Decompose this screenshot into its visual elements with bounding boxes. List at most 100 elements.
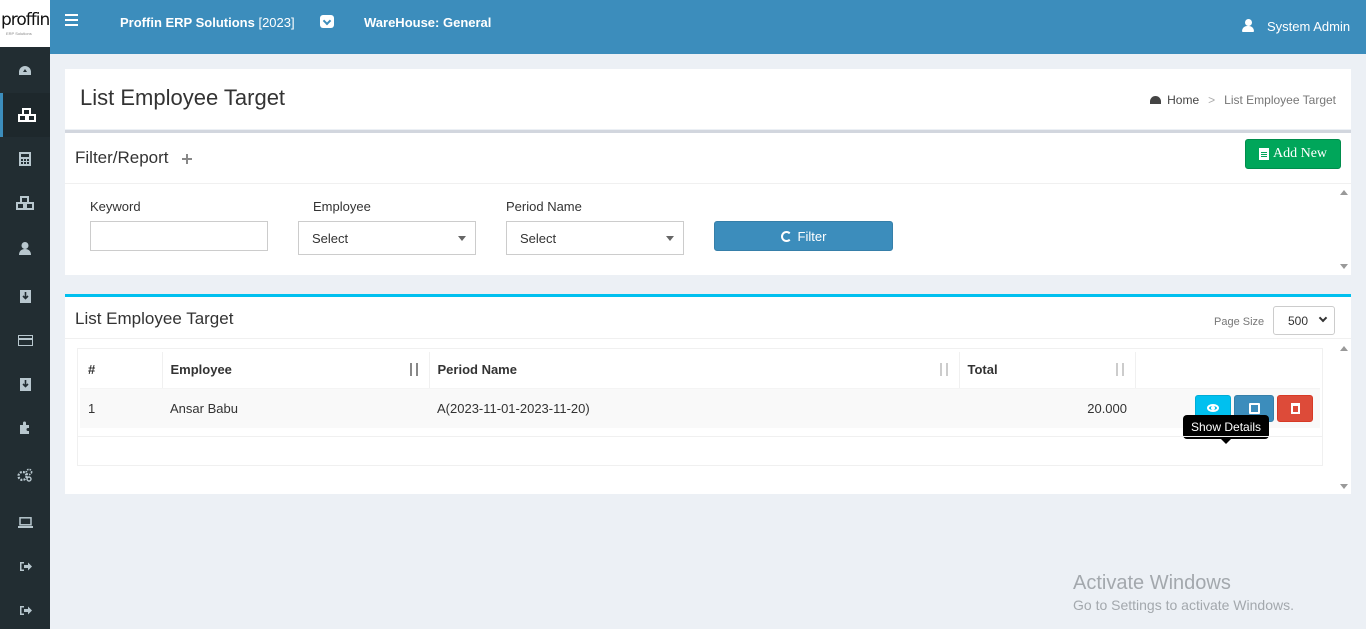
add-new-button[interactable]: Add New — [1245, 139, 1341, 169]
scroll-down-arrow-icon[interactable] — [1340, 484, 1348, 489]
sidebar-item-logout-1[interactable] — [0, 544, 50, 588]
scroll-down-arrow-icon[interactable] — [1340, 264, 1348, 269]
calculator-icon — [19, 152, 31, 166]
download-icon — [19, 289, 31, 303]
breadcrumb-home[interactable]: Home — [1167, 93, 1199, 107]
table-footer-row — [77, 436, 1323, 466]
sidebar-item-calculator[interactable] — [0, 137, 50, 181]
sort-icon[interactable] — [1115, 363, 1127, 377]
cogs-icon — [17, 468, 33, 482]
expand-plus-icon[interactable] — [182, 154, 192, 164]
download-icon — [19, 377, 31, 391]
employee-select-value: Select — [312, 231, 349, 246]
table-header-row: # Employee Period Name Total — [80, 352, 1320, 389]
watermark-subtitle: Go to Settings to activate Windows. — [1073, 597, 1294, 613]
app-title-text: Proffin ERP Solutions — [120, 15, 255, 30]
sidebar-item-users[interactable] — [0, 226, 50, 270]
app-year: [2023] — [258, 15, 295, 30]
list-panel: List Employee Target Page Size 500 # Emp… — [65, 294, 1351, 494]
sort-asc-icon[interactable] — [409, 363, 421, 377]
filter-title: Filter/Report — [75, 148, 169, 167]
logo[interactable]: proffin ERP Solutions — [0, 0, 50, 47]
chevron-down-icon — [1318, 313, 1328, 323]
activate-windows-watermark: Activate Windows Go to Settings to activ… — [1073, 572, 1294, 613]
column-header-period[interactable]: Period Name — [429, 352, 960, 389]
sign-out-icon — [19, 561, 32, 571]
sidebar-item-inventory[interactable] — [0, 181, 50, 225]
column-header-employee[interactable]: Employee — [162, 352, 430, 389]
top-header: Proffin ERP Solutions [2023] WareHouse: … — [50, 0, 1366, 54]
credit-card-icon — [17, 334, 33, 346]
caret-down-icon — [458, 236, 466, 241]
sidebar-item-dashboard[interactable] — [0, 49, 50, 93]
cubes-icon — [17, 108, 36, 122]
caret-down-icon — [666, 236, 674, 241]
cell-index: 1 — [80, 388, 162, 428]
keyword-label: Keyword — [90, 199, 141, 214]
cell-total: 20.000 — [959, 388, 1135, 428]
scroll-up-arrow-icon[interactable] — [1340, 190, 1348, 195]
filter-button[interactable]: Filter — [714, 221, 893, 251]
dashboard-icon — [19, 66, 31, 75]
content-header: List Employee Target Home > List Employe… — [65, 69, 1351, 129]
column-header-employee-label: Employee — [170, 362, 232, 378]
page-size-select[interactable]: 500 — [1273, 306, 1335, 335]
page-title: List Employee Target — [80, 85, 286, 110]
sidebar: proffin ERP Solutions — [0, 0, 50, 629]
period-label: Period Name — [506, 199, 582, 214]
sign-out-icon — [19, 605, 32, 615]
sidebar-item-settings[interactable] — [0, 453, 50, 497]
column-header-period-label: Period Name — [437, 362, 517, 378]
filter-button-label: Filter — [797, 228, 827, 244]
logo-tagline: ERP Solutions — [6, 31, 32, 36]
scroll-up-arrow-icon[interactable] — [1340, 346, 1348, 351]
sidebar-item-logout-2[interactable] — [0, 588, 50, 629]
sidebar-item-cubes[interactable] — [0, 93, 50, 137]
app-title[interactable]: Proffin ERP Solutions [2023] — [120, 15, 295, 30]
laptop-icon — [17, 516, 33, 528]
filter-panel: Filter/Report Add New Keyword Employee S… — [65, 130, 1351, 275]
column-header-total-label: Total — [967, 362, 998, 378]
add-new-label: Add New — [1272, 146, 1328, 161]
edit-icon — [1248, 402, 1260, 414]
user-icon — [19, 241, 31, 255]
employee-target-table: # Employee Period Name Total 1 Ansar Bab… — [80, 352, 1320, 428]
logo-text: proffin — [1, 10, 50, 30]
keyword-input[interactable] — [90, 221, 268, 251]
warehouse-dropdown-icon[interactable] — [320, 15, 334, 28]
table-row: 1 Ansar Babu A(2023-11-01-2023-11-20) 20… — [80, 388, 1320, 428]
user-icon — [1242, 19, 1254, 33]
watermark-title: Activate Windows — [1073, 572, 1231, 594]
sidebar-item-devices[interactable] — [0, 500, 50, 544]
trash-icon — [1290, 402, 1300, 414]
sidebar-item-sales[interactable] — [0, 362, 50, 406]
period-select[interactable]: Select — [506, 221, 684, 255]
sidebar-item-plugins[interactable] — [0, 405, 50, 449]
cubes-icon — [16, 196, 34, 210]
refresh-icon — [780, 230, 792, 242]
column-header-actions — [1135, 352, 1320, 389]
period-select-value: Select — [520, 231, 557, 246]
sort-icon[interactable] — [939, 363, 951, 377]
sidebar-item-payments[interactable] — [0, 318, 50, 362]
eye-icon — [1207, 404, 1219, 413]
column-header-index[interactable]: # — [80, 352, 163, 389]
column-header-total[interactable]: Total — [959, 352, 1136, 389]
cell-period: A(2023-11-01-2023-11-20) — [429, 388, 959, 428]
page-size-value: 500 — [1288, 314, 1309, 328]
delete-button[interactable] — [1277, 394, 1313, 422]
menu-toggle-icon[interactable] — [65, 14, 78, 26]
employee-select[interactable]: Select — [298, 221, 476, 255]
sidebar-item-purchase[interactable] — [0, 274, 50, 318]
warehouse-label[interactable]: WareHouse: General — [364, 15, 491, 30]
breadcrumb: Home > List Employee Target — [1150, 93, 1336, 107]
employee-label: Employee — [313, 199, 371, 214]
user-menu[interactable]: System Admin — [1267, 19, 1350, 34]
filter-panel-header: Filter/Report Add New — [65, 133, 1351, 184]
breadcrumb-separator: > — [1208, 93, 1216, 107]
list-title: List Employee Target — [75, 309, 234, 328]
file-icon — [1258, 148, 1269, 160]
cell-employee: Ansar Babu — [162, 388, 429, 428]
dashboard-icon — [1150, 96, 1162, 104]
puzzle-icon — [19, 421, 29, 434]
